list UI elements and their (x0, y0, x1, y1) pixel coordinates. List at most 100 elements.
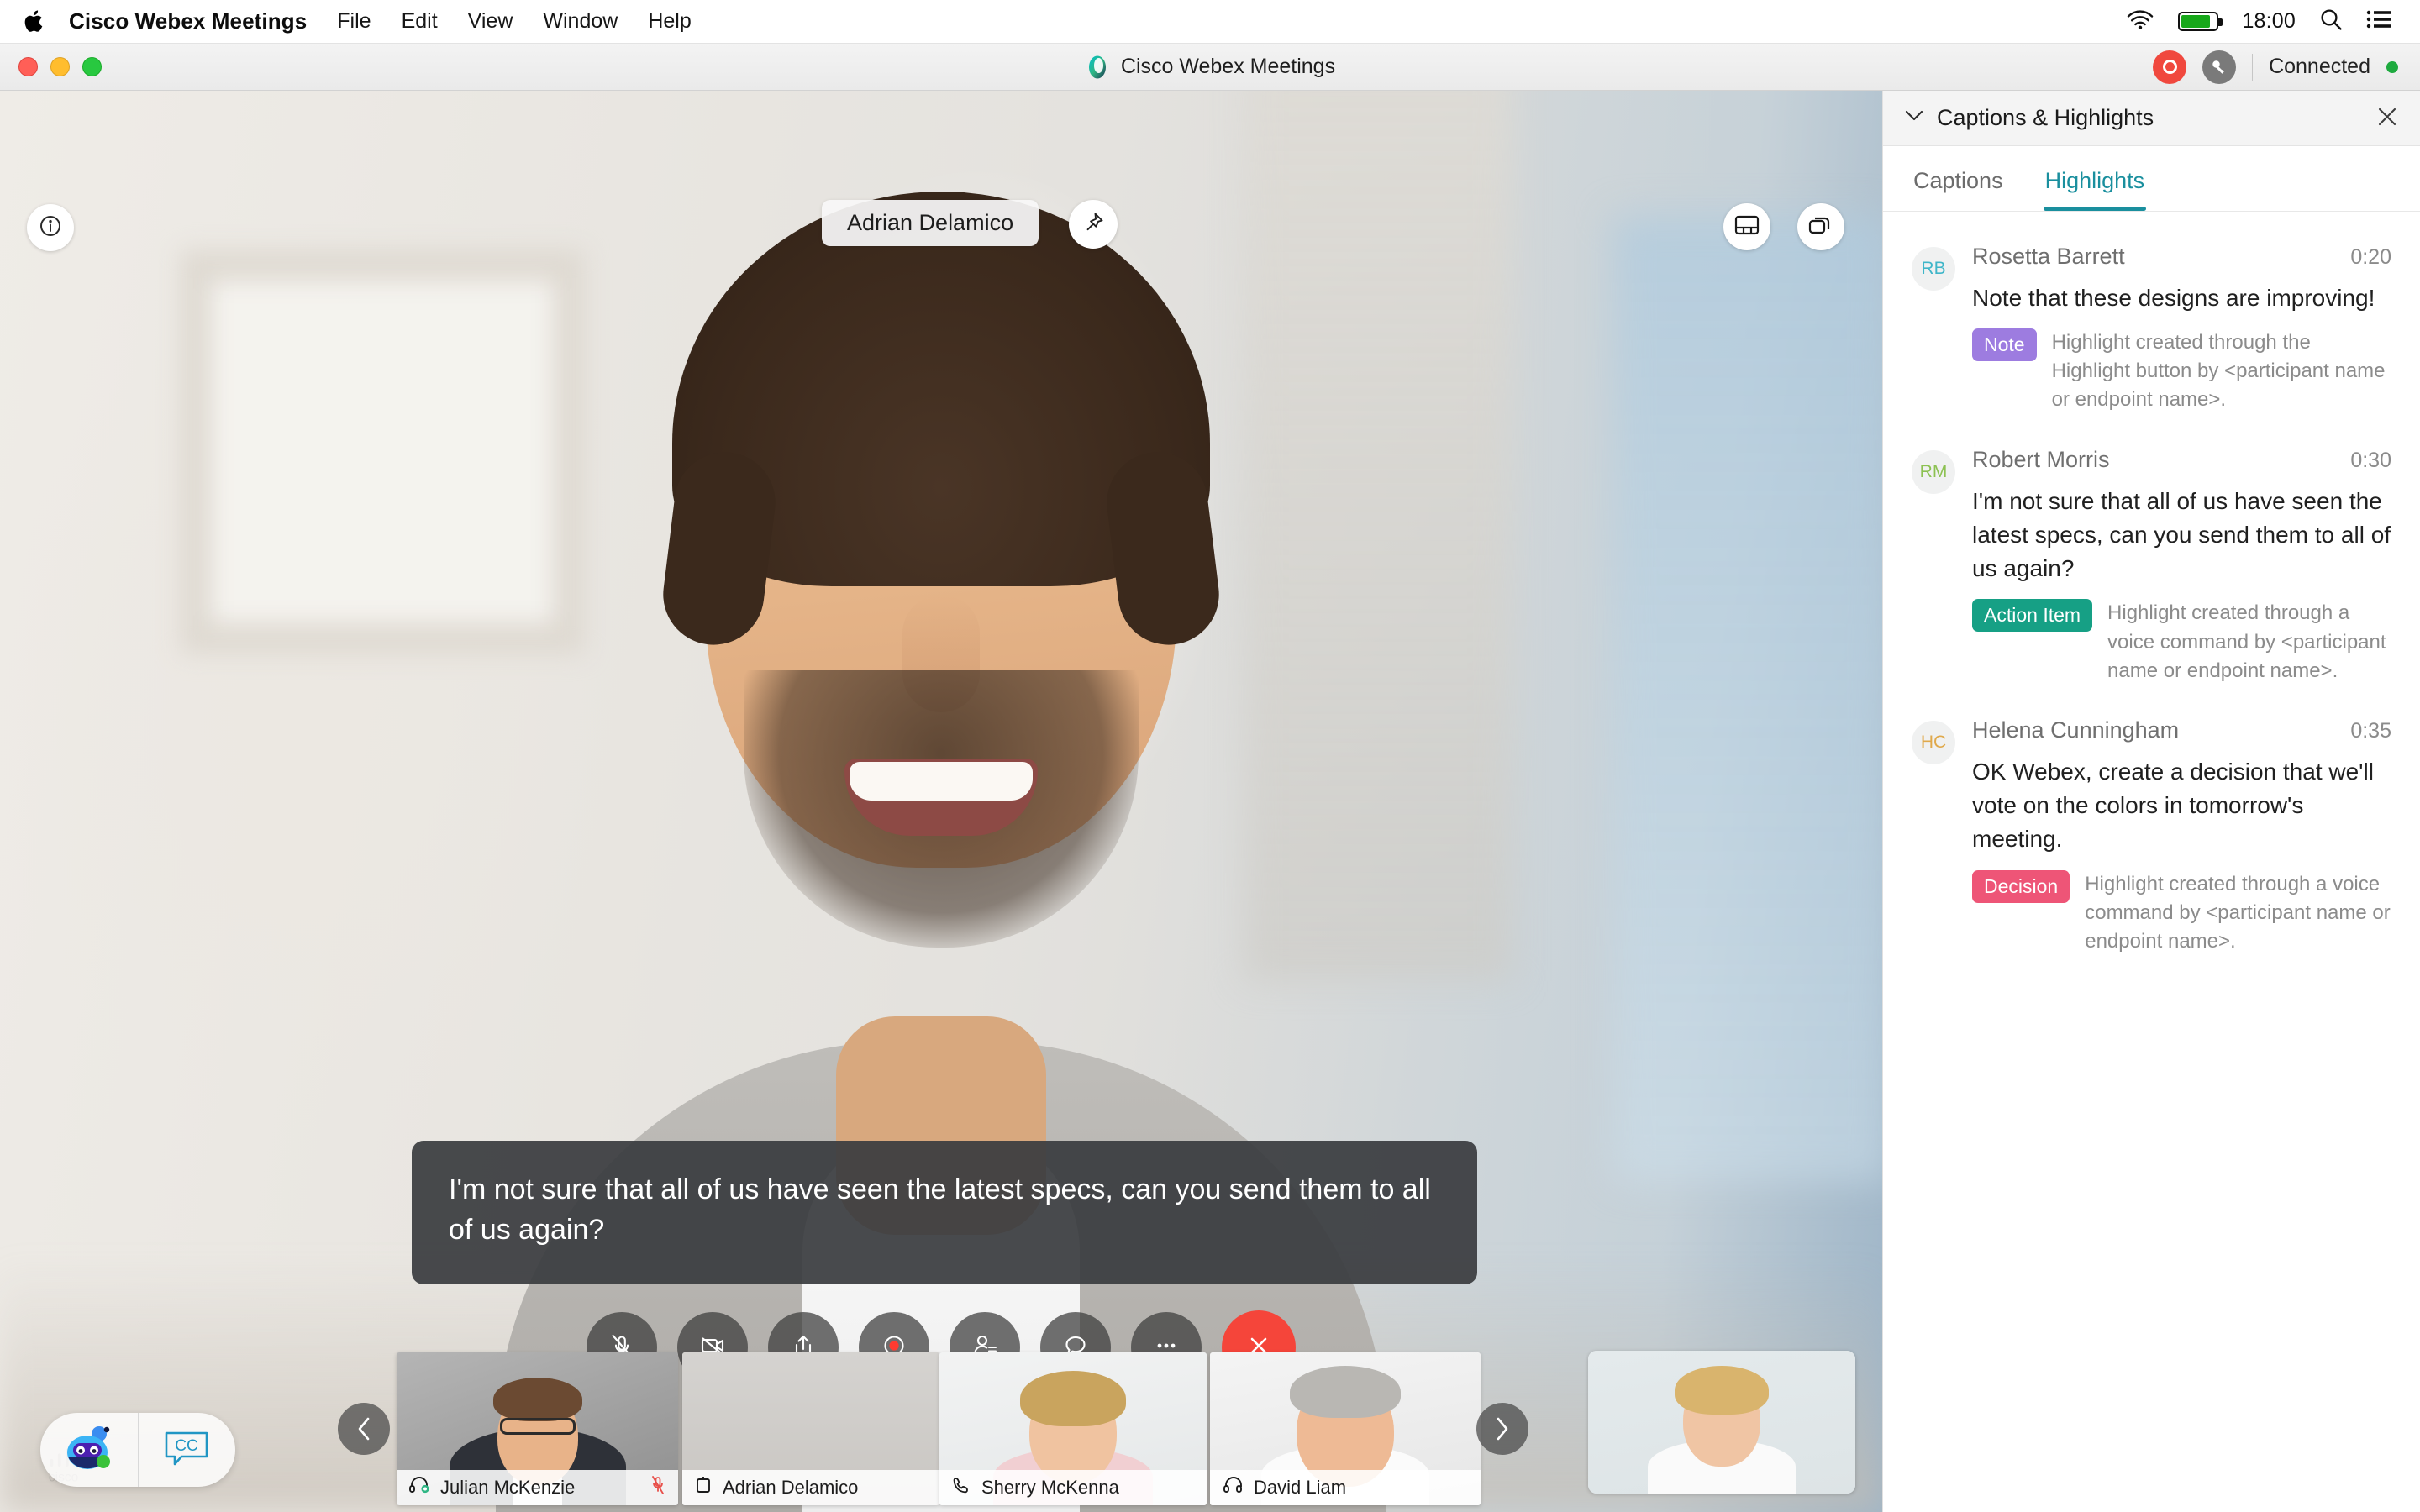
webex-assistant-bot-icon (60, 1423, 118, 1478)
menu-app-name[interactable]: Cisco Webex Meetings (69, 8, 307, 34)
participant-name: Adrian Delamico (723, 1477, 859, 1498)
headset-icon (1222, 1476, 1244, 1499)
filmstrip-next-button[interactable] (1476, 1403, 1528, 1455)
active-speaker-video (445, 91, 1437, 1512)
window-traffic-lights (0, 57, 102, 76)
highlight-description: Highlight created through the Highlight … (2051, 331, 2386, 412)
highlight-timestamp: 0:20 (2350, 245, 2391, 269)
avatar: RM (1912, 449, 1955, 494)
menu-bar-clock[interactable]: 18:00 (2242, 9, 2296, 34)
participant-video-extra (1588, 1351, 1855, 1494)
avatar: HC (1912, 720, 1955, 764)
highlight-item[interactable]: HC Helena Cunningham 0:35 OK Webex, crea… (1883, 694, 2420, 964)
highlight-message: I'm not sure that all of us have seen th… (1972, 487, 2391, 582)
highlights-list: RB Rosetta Barrett 0:20 Note that these … (1883, 212, 2420, 964)
menu-item-help[interactable]: Help (648, 9, 691, 34)
titlebar-right-controls: Connected (2153, 50, 2420, 84)
apple-logo-icon[interactable] (22, 8, 47, 36)
menu-item-window[interactable]: Window (543, 9, 618, 34)
webex-assistant-button[interactable] (40, 1413, 138, 1487)
video-stage: Adrian Delamico I'm not sure that all of… (0, 91, 1882, 1512)
meeting-info-button[interactable] (27, 204, 74, 251)
key-icon[interactable] (2202, 50, 2237, 84)
menu-item-file[interactable]: File (337, 9, 371, 34)
layout-stage-button[interactable] (1723, 203, 1770, 250)
avatar: RB (1912, 247, 1955, 291)
minimize-window-button[interactable] (50, 57, 70, 76)
highlight-author: Robert Morris (1972, 446, 2110, 472)
device-icon (694, 1475, 713, 1500)
tab-highlights[interactable]: Highlights (2043, 146, 2147, 211)
webex-logo-icon (1085, 55, 1110, 80)
participant-filmstrip: Julian McKenzie Adrian Delamico Sherry M… (0, 1340, 1882, 1512)
window-titlebar: Cisco Webex Meetings Connected (0, 44, 2420, 91)
captions-highlights-panel: Captions & Highlights Captions Highlight… (1882, 91, 2420, 1512)
highlight-description: Highlight created through a voice comman… (2107, 601, 2386, 682)
highlight-message: Note that these designs are improving! (1972, 285, 2375, 311)
closed-captions-toggle[interactable]: CC (139, 1413, 236, 1487)
status-badge: Note (1972, 328, 2037, 362)
participant-name: David Liam (1254, 1477, 1347, 1498)
highlight-timestamp: 0:35 (2350, 718, 2391, 743)
search-icon[interactable] (2319, 8, 2343, 35)
highlight-description: Highlight created through a voice comman… (2085, 872, 2391, 953)
thumbnail-label: Adrian Delamico (682, 1470, 939, 1505)
participant-name: Julian McKenzie (440, 1477, 576, 1498)
control-center-list-icon[interactable] (2366, 9, 2391, 34)
panel-header: Captions & Highlights (1883, 91, 2420, 146)
filmstrip-prev-button[interactable] (338, 1403, 390, 1455)
panel-tabs: Captions Highlights (1883, 146, 2420, 212)
status-badge: Action Item (1972, 599, 2093, 633)
avatar-initials: HC (1920, 732, 1947, 752)
microphone-muted-icon (650, 1475, 666, 1500)
svg-text:CC: CC (176, 1437, 198, 1455)
avatar-initials: RB (1921, 259, 1946, 278)
highlight-timestamp: 0:30 (2350, 448, 2391, 472)
close-window-button[interactable] (18, 57, 38, 76)
close-icon[interactable] (2376, 105, 2398, 132)
record-icon[interactable] (2153, 50, 2187, 84)
live-caption-box: I'm not sure that all of us have seen th… (412, 1141, 1477, 1284)
status-badge: Decision (1972, 869, 2070, 903)
connection-status-label: Connected (2269, 55, 2370, 78)
wifi-icon[interactable] (2126, 8, 2154, 34)
highlight-item[interactable]: RM Robert Morris 0:30 I'm not sure that … (1883, 423, 2420, 694)
menu-item-edit[interactable]: Edit (402, 9, 438, 34)
chevron-down-icon[interactable] (1905, 110, 1923, 126)
panel-title: Captions & Highlights (1937, 105, 2154, 130)
thumbnail-label: Sherry McKenna (939, 1470, 1207, 1505)
thumbnail-label: David Liam (1210, 1470, 1481, 1505)
pin-speaker-button[interactable] (1069, 200, 1118, 249)
caption-text: I'm not sure that all of us have seen th… (449, 1173, 1431, 1247)
thumbnail-label: Julian McKenzie (397, 1470, 678, 1505)
avatar-initials: RM (1919, 461, 1948, 481)
highlight-author: Rosetta Barrett (1972, 244, 2125, 269)
menu-item-view[interactable]: View (468, 9, 513, 34)
filmstrip-thumbnail[interactable]: Julian McKenzie (397, 1352, 678, 1505)
mac-menu-bar: Cisco Webex Meetings File Edit View Wind… (0, 0, 2420, 44)
headset-icon (408, 1476, 430, 1499)
phone-icon (951, 1475, 971, 1500)
pin-icon (1081, 211, 1105, 239)
highlight-author: Helena Cunningham (1972, 717, 2180, 743)
filmstrip-thumbnail[interactable]: David Liam (1210, 1352, 1481, 1505)
active-speaker-name-pill: Adrian Delamico (822, 200, 1039, 246)
background-window (1613, 217, 1882, 1183)
highlight-item[interactable]: RB Rosetta Barrett 0:20 Note that these … (1883, 220, 2420, 423)
layout-stage-icon (1734, 214, 1760, 240)
window-title: Cisco Webex Meetings (1120, 55, 1336, 78)
battery-icon[interactable] (2178, 12, 2223, 31)
info-icon (39, 214, 62, 242)
webex-assistant-widget: CC (40, 1413, 235, 1487)
connection-status-dot (2386, 60, 2398, 73)
tab-captions[interactable]: Captions (1912, 146, 2005, 211)
layout-stack-button[interactable] (1797, 203, 1844, 250)
window-title-group: Cisco Webex Meetings (0, 55, 2420, 80)
titlebar-divider (2252, 53, 2254, 81)
participant-name: Sherry McKenna (981, 1477, 1119, 1498)
filmstrip-thumbnail[interactable]: Adrian Delamico (682, 1352, 939, 1505)
filmstrip-thumbnail[interactable] (1588, 1351, 1855, 1494)
closed-caption-icon: CC (163, 1428, 210, 1473)
maximize-window-button[interactable] (82, 57, 102, 76)
filmstrip-thumbnail[interactable]: Sherry McKenna (939, 1352, 1207, 1505)
